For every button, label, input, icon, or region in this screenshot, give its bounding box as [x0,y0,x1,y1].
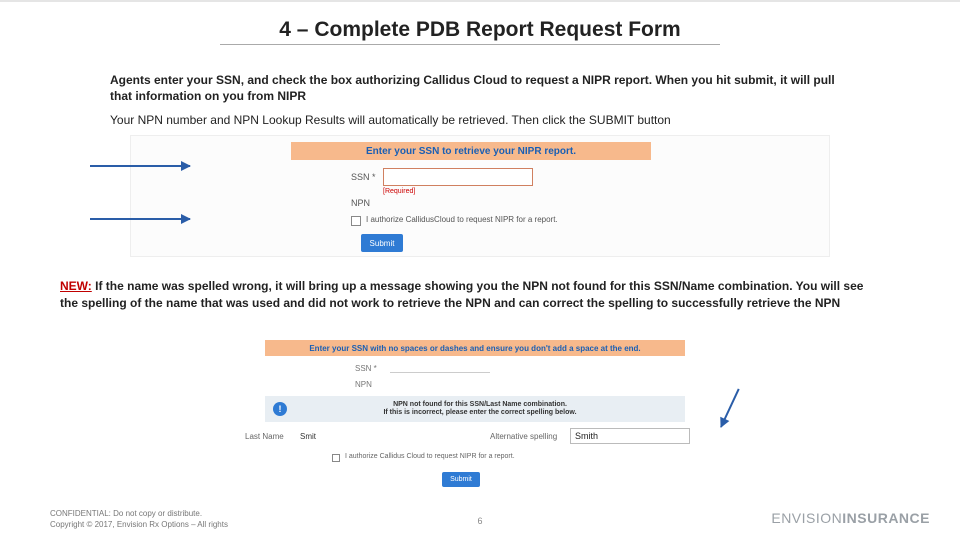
intro-paragraph-1: Agents enter your SSN, and check the box… [110,72,850,104]
title-underline [220,44,720,45]
notice-text: NPN not found for this SSN/Last Name com… [295,401,685,418]
authorize-checkbox[interactable] [351,216,361,226]
screenshot-2: Enter your SSN with no spaces or dashes … [225,340,725,490]
info-icon: ! [273,402,287,416]
ssn-banner: Enter your SSN to retrieve your NIPR rep… [291,142,651,160]
slide: 4 – Complete PDB Report Request Form Age… [0,0,960,540]
required-hint: [Required] [383,188,415,195]
npn-not-found-notice: ! NPN not found for this SSN/Last Name c… [265,396,685,422]
ssn-label-2: SSN * [355,364,377,373]
authorize-checkbox-label: I authorize CallidusCloud to request NIP… [366,215,558,224]
npn-label-2: NPN [355,380,372,389]
ssn-banner-2: Enter your SSN with no spaces or dashes … [265,340,685,356]
submit-button-2[interactable]: Submit [442,472,480,487]
intro-paragraph-2: Your NPN number and NPN Lookup Results w… [110,112,850,128]
brand-bold: INSURANCE [842,510,930,526]
alt-spelling-input[interactable]: Smith [570,428,690,444]
ssn-label: SSN * [351,172,376,182]
top-border [0,0,960,2]
brand-logo: ENVISIONINSURANCE [771,510,930,526]
authorize-checkbox-label-2: I authorize Callidus Cloud to request NI… [345,453,515,460]
authorize-checkbox-2[interactable] [332,454,340,462]
ssn-input-2[interactable] [390,361,490,373]
arrow-icon [90,165,190,167]
new-text: If the name was spelled wrong, it will b… [60,279,863,310]
new-label: NEW: [60,279,92,293]
last-name-label: Last Name [245,432,284,441]
screenshot-1: Enter your SSN to retrieve your NIPR rep… [130,135,830,257]
last-name-value: Smit [300,432,316,441]
ssn-input[interactable] [383,168,533,186]
alt-spelling-label: Alternative spelling [490,432,557,441]
page-number: 6 [477,516,482,526]
submit-button[interactable]: Submit [361,234,403,252]
brand-thin: ENVISION [771,510,842,526]
page-title: 4 – Complete PDB Report Request Form [0,18,960,42]
new-note: NEW: If the name was spelled wrong, it w… [60,278,880,312]
arrow-icon [90,218,190,220]
npn-label: NPN [351,198,370,208]
footer-confidential: CONFIDENTIAL: Do not copy or distribute.… [50,509,228,530]
